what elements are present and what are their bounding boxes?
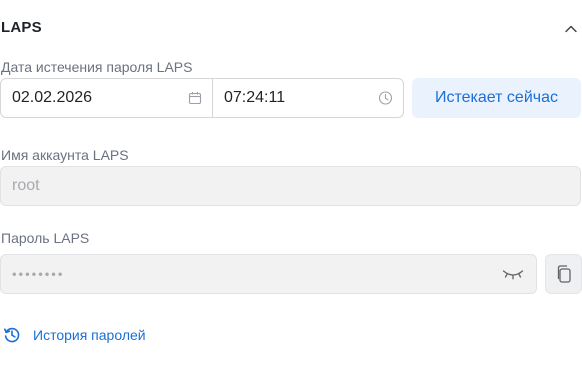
history-icon [4, 327, 20, 343]
calendar-icon[interactable] [188, 91, 202, 105]
account-name-value: root [12, 177, 40, 194]
password-field: •••••••• [0, 254, 537, 294]
password-history-label: История паролей [33, 327, 146, 343]
expiry-time-value: 07:24:11 [224, 89, 286, 106]
laps-section-header: LAPS [0, 18, 582, 40]
password-history-link[interactable]: История паролей [3, 324, 146, 346]
expiry-time-input[interactable]: 07:24:11 [212, 78, 404, 118]
expiry-date-value: 02.02.2026 [12, 89, 93, 106]
clock-icon[interactable] [378, 91, 393, 106]
password-masked-value: •••••••• [12, 266, 65, 282]
collapse-button[interactable] [560, 18, 582, 40]
expire-now-button[interactable]: Истекает сейчас [412, 78, 581, 118]
copy-password-button[interactable] [545, 254, 582, 294]
copy-icon [557, 265, 571, 283]
password-label: Пароль LAPS [1, 230, 90, 246]
section-title: LAPS [1, 19, 42, 36]
expiry-date-input[interactable]: 02.02.2026 [0, 78, 213, 118]
chevron-up-icon [565, 25, 577, 33]
expiry-date-label: Дата истечения пароля LAPS [1, 59, 193, 75]
account-name-label: Имя аккаунта LAPS [1, 147, 129, 163]
account-name-field: root [0, 166, 581, 206]
eye-closed-icon[interactable] [502, 268, 524, 280]
